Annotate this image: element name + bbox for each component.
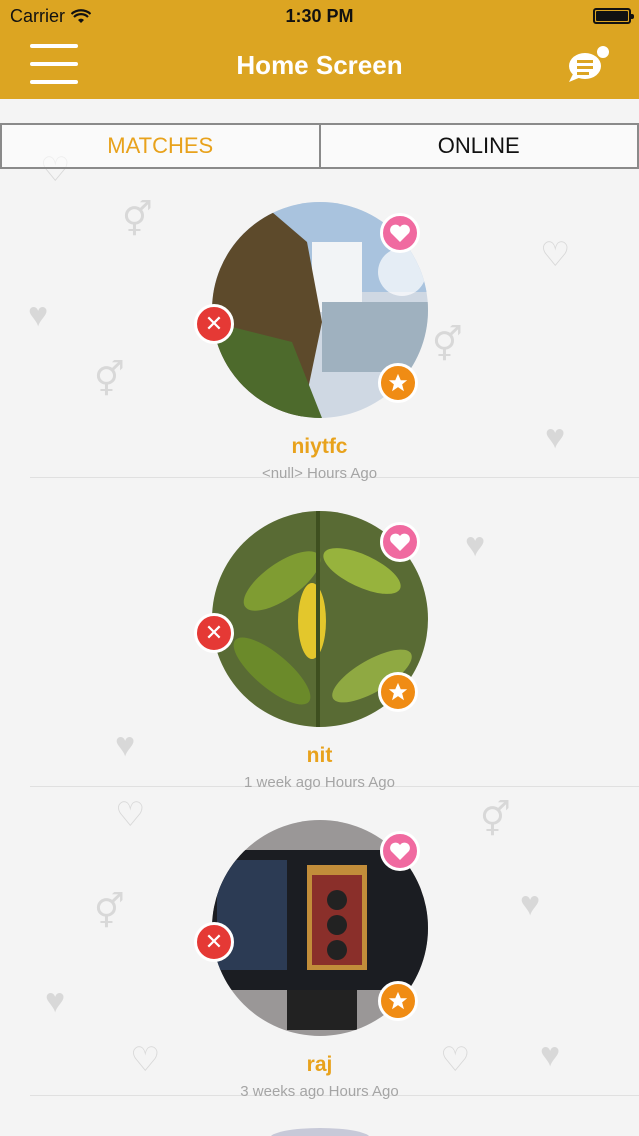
reject-button[interactable]: ✕ <box>194 613 234 653</box>
tab-matches[interactable]: MATCHES <box>0 123 321 169</box>
hamburger-icon <box>30 44 78 48</box>
heart-icon <box>390 533 410 551</box>
close-icon: ✕ <box>204 620 224 645</box>
favorite-button[interactable] <box>378 672 418 712</box>
match-card: ✕ nit 1 week ago Hours Ago <box>30 478 639 791</box>
match-name: niytfc <box>291 435 348 458</box>
like-button[interactable] <box>380 213 420 253</box>
tab-online[interactable]: ONLINE <box>320 123 639 169</box>
tab-bar: MATCHES ONLINE <box>0 123 639 169</box>
next-profile-photo-peek <box>270 1128 370 1136</box>
match-card: ✕ raj 3 weeks ago Hours Ago <box>30 787 639 1100</box>
star-icon <box>388 373 408 392</box>
like-button[interactable] <box>380 522 420 562</box>
close-icon: ✕ <box>204 311 224 336</box>
match-name: nit <box>306 744 333 767</box>
status-bar: Carrier 1:30 PM <box>0 0 639 32</box>
app-header: Carrier 1:30 PM Home Screen <box>0 0 639 99</box>
match-name: raj <box>306 1053 333 1076</box>
match-last-seen: 3 weeks ago Hours Ago <box>240 1083 399 1100</box>
heart-icon <box>390 224 410 242</box>
star-icon <box>388 682 408 701</box>
page-title: Home Screen <box>236 50 403 80</box>
chat-button[interactable] <box>567 44 611 84</box>
battery-icon <box>593 8 634 24</box>
close-icon: ✕ <box>204 929 224 954</box>
favorite-button[interactable] <box>378 363 418 403</box>
chat-bubble-icon <box>569 44 611 82</box>
like-button[interactable] <box>380 831 420 871</box>
star-icon <box>388 991 408 1010</box>
match-card: ✕ niytfc <null> Hours Ago <box>30 169 639 482</box>
reject-button[interactable]: ✕ <box>194 922 234 962</box>
heart-icon <box>390 842 410 860</box>
favorite-button[interactable] <box>378 981 418 1021</box>
reject-button[interactable]: ✕ <box>194 304 234 344</box>
status-time: 1:30 PM <box>285 6 354 26</box>
